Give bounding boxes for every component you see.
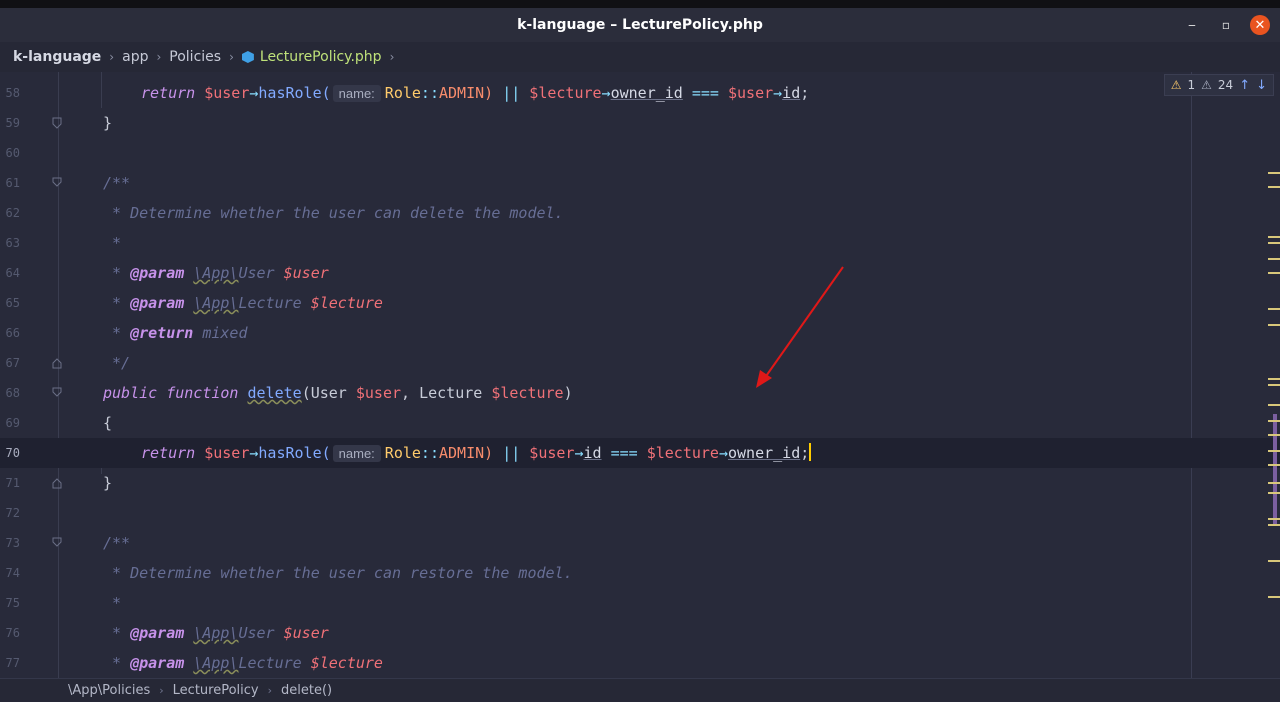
annotation-arrow [756,266,844,388]
